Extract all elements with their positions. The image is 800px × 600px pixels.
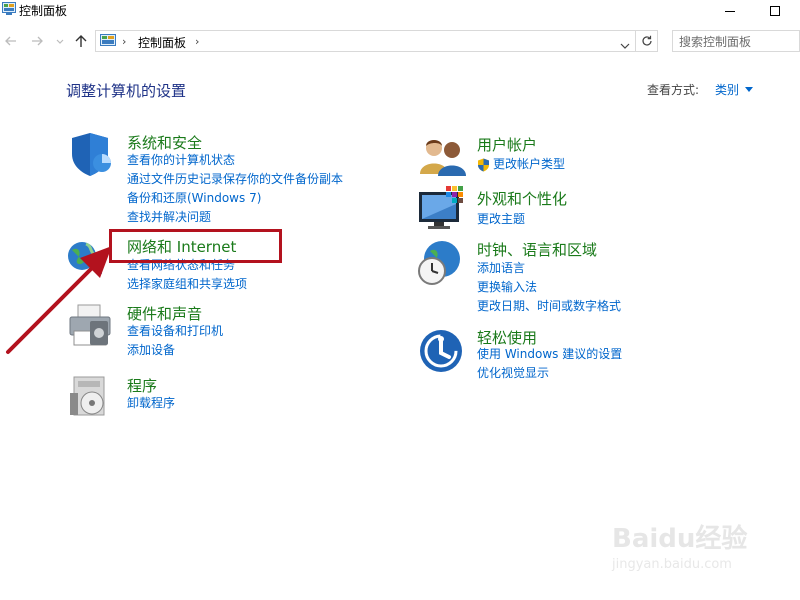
annotation-arrow-icon — [6, 246, 112, 354]
watermark-url: jingyan.baidu.com — [612, 557, 732, 572]
watermark-brand: Baidu经验 — [612, 524, 748, 554]
watermark: Baidu经验 jingyan.baidu.com — [612, 518, 747, 572]
